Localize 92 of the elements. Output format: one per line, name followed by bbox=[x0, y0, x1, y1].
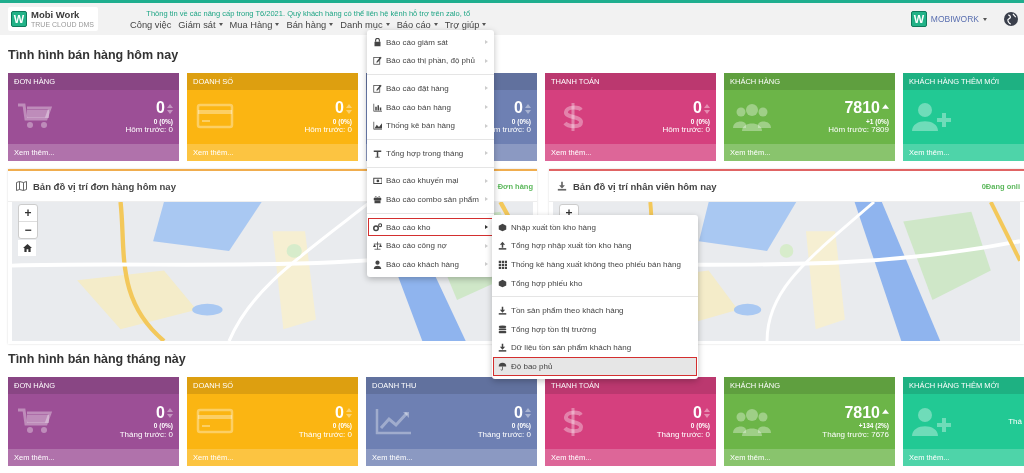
download-icon bbox=[498, 306, 507, 316]
scale-icon bbox=[373, 241, 382, 251]
account-menu[interactable]: MOBIWORK bbox=[930, 14, 979, 24]
menu-item[interactable]: Dữ liệu tồn sản phẩm khách hàng bbox=[493, 338, 697, 358]
upload-icon bbox=[498, 241, 507, 251]
stat-value: 0 bbox=[335, 99, 344, 118]
menu-item[interactable]: Tổng hợp phiếu kho bbox=[493, 273, 697, 293]
nav-menu-item[interactable]: Công việc bbox=[130, 19, 172, 30]
add-user-icon bbox=[911, 101, 951, 133]
previous-value: Tháng trước: 0 bbox=[298, 429, 352, 439]
download-icon bbox=[498, 343, 507, 353]
submenu-arrow-icon bbox=[485, 151, 488, 156]
nav-menu-item[interactable]: Giám sát bbox=[178, 19, 223, 30]
previous-value: Hôm trước: 0 bbox=[662, 125, 710, 135]
submenu-arrow-icon bbox=[485, 225, 488, 230]
menu-item[interactable]: Báo cáo khuyến mại bbox=[368, 171, 493, 191]
menu-item[interactable]: Báo cáo khách hàng bbox=[368, 254, 493, 274]
money-icon bbox=[373, 176, 382, 186]
previous-value: Thá bbox=[1008, 416, 1022, 427]
previous-value: Hôm trước: 0 bbox=[125, 125, 173, 135]
nav-menu-item[interactable]: Bán hàng bbox=[286, 19, 334, 30]
nav-menu-item[interactable]: Báo cáo bbox=[396, 19, 438, 30]
user-icon bbox=[373, 259, 382, 269]
submenu-arrow-icon bbox=[485, 105, 488, 110]
stat-value: 7810 bbox=[844, 403, 880, 423]
submenu-arrow-icon bbox=[485, 178, 488, 183]
previous-value: Tháng trước: 0 bbox=[119, 429, 173, 439]
menu-item[interactable]: Báo cáo combo sản phẩm bbox=[368, 190, 493, 209]
previous-value: Hôm trước: 7809 bbox=[828, 125, 889, 135]
previous-value: Tháng trước: 7676 bbox=[822, 429, 889, 439]
map-icon bbox=[16, 181, 27, 191]
menu-item[interactable]: Thống kê bán hàng bbox=[368, 116, 493, 135]
submenu-arrow-icon bbox=[485, 86, 488, 91]
stat-value: 7810 bbox=[844, 99, 880, 118]
home-icon bbox=[22, 244, 32, 252]
menu-item[interactable]: Tổng hợp tồn thị trường bbox=[493, 319, 697, 339]
grid-icon bbox=[498, 260, 507, 269]
submenu-arrow-icon bbox=[485, 197, 488, 202]
gift-icon bbox=[373, 194, 382, 204]
zoom-out-button[interactable]: − bbox=[19, 221, 37, 238]
menu-item[interactable]: Tổng hợp trong tháng bbox=[368, 143, 493, 163]
lock-icon bbox=[373, 37, 382, 47]
previous-value: Hôm trước: 0 bbox=[304, 125, 352, 135]
menu-item[interactable]: Báo cáo giám sát bbox=[368, 33, 493, 52]
section-title: Tình hình bán hàng hôm nay bbox=[8, 47, 179, 64]
umbrella-icon bbox=[498, 361, 507, 371]
zoom-in-button[interactable]: + bbox=[19, 205, 37, 221]
stat-value: 0 bbox=[693, 99, 702, 118]
menu-item[interactable]: Độ bao phủ bbox=[493, 357, 697, 376]
nav-menu-item[interactable]: Mua Hàng bbox=[229, 19, 280, 30]
area-chart-icon bbox=[373, 121, 382, 131]
submenu-arrow-icon bbox=[485, 123, 488, 128]
menu-item[interactable]: Báo cáo kho bbox=[368, 217, 493, 237]
globe-icon[interactable] bbox=[1004, 12, 1018, 26]
menu-item[interactable]: Báo cáo đặt hàng bbox=[368, 79, 493, 98]
stat-value: 0 bbox=[156, 403, 165, 423]
stat-value: 0 bbox=[693, 403, 702, 423]
download-icon bbox=[557, 181, 567, 191]
edit-icon bbox=[373, 56, 382, 66]
menu-item[interactable]: Tồn sản phẩm theo khách hàng bbox=[493, 301, 697, 320]
caret-icon bbox=[983, 17, 987, 21]
edit-icon bbox=[373, 84, 382, 93]
cube-icon bbox=[498, 222, 507, 232]
cube-icon bbox=[498, 278, 507, 288]
users-icon bbox=[732, 101, 772, 133]
bar-chart-icon bbox=[373, 102, 382, 112]
stat-value: 0 bbox=[335, 403, 344, 423]
stat-value: 0 bbox=[156, 99, 165, 118]
previous-value: m trước: 0 bbox=[493, 125, 531, 135]
stat-value: 0 bbox=[514, 403, 523, 423]
menu-item[interactable]: Báo cáo thị phần, độ phủ bbox=[368, 51, 493, 71]
add-user-icon bbox=[911, 405, 951, 438]
gears-icon bbox=[373, 222, 382, 232]
panel-title: Bản đồ vị trí đơn hàng hôm nay bbox=[33, 180, 176, 192]
text-height-icon bbox=[373, 148, 382, 158]
database-icon bbox=[498, 324, 507, 334]
previous-value: Tháng trước: 0 bbox=[656, 429, 710, 439]
menu-item[interactable]: Tổng hợp nhập xuất tồn kho hàng bbox=[493, 236, 697, 256]
stat-value: 0 bbox=[514, 99, 523, 118]
menu-item[interactable]: Báo cáo bán hàng bbox=[368, 97, 493, 117]
menu-item[interactable]: Nhập xuất tồn kho hàng bbox=[493, 218, 697, 237]
panel-title: Bản đồ vị trí nhân viên hôm nay bbox=[573, 180, 717, 192]
account-logo: W bbox=[910, 11, 927, 27]
menu-item[interactable]: Thống kê hàng xuất không theo phiếu bán hàng bbox=[493, 255, 697, 274]
submenu-arrow-icon bbox=[485, 58, 488, 63]
home-button[interactable] bbox=[18, 240, 36, 256]
nav-menu-item[interactable]: Trợ giúp bbox=[444, 19, 487, 30]
nav-menu-item[interactable]: Danh mục bbox=[340, 19, 390, 30]
previous-value: Tháng trước: 0 bbox=[477, 429, 531, 439]
section-title: Tình hình bán hàng tháng này bbox=[8, 351, 186, 368]
submenu-arrow-icon bbox=[485, 40, 488, 45]
menu-item[interactable]: Báo cáo công nợ bbox=[368, 236, 493, 255]
